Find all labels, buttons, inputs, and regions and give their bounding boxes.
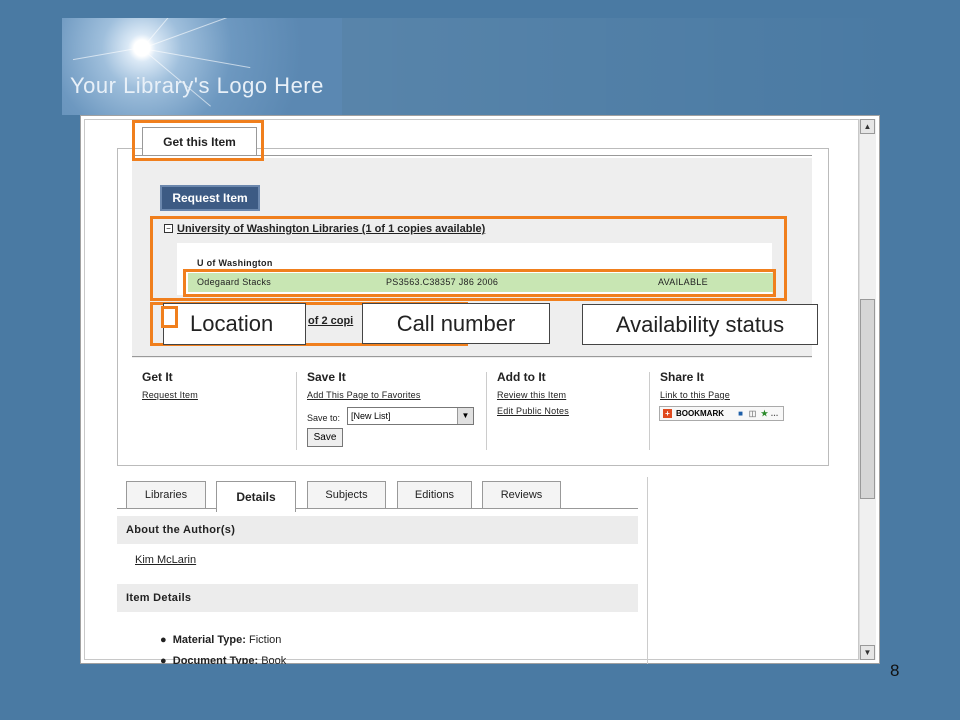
save-it-column: Save It Add This Page to Favorites [307,370,421,406]
scroll-up-icon[interactable]: ▲ [860,119,875,134]
save-to-select[interactable]: [New List] ▼ [347,407,474,425]
save-to-value: [New List] [351,411,391,421]
author-link[interactable]: Kim McLarin [135,554,196,566]
bookmark-label: BOOKMARK [676,409,724,418]
detail-value: Fiction [248,634,282,646]
save-it-title: Save It [307,370,346,384]
callout-availability: Availability status [582,304,818,345]
library-logo: Your Library's Logo Here [62,18,342,115]
vertical-scrollbar[interactable]: ▲ ▼ [859,119,876,660]
detail-label: Material Type: [172,634,246,646]
section-divider [132,356,812,357]
review-item-link[interactable]: Review this Item [497,390,569,400]
logo-banner-fade [342,18,902,115]
tab-reviews[interactable]: Reviews [482,481,561,508]
callout-location: Location [163,303,306,345]
detail-material-type: ● Material Type: Fiction [160,634,282,646]
detail-value: Book [261,655,287,664]
tab-editions[interactable]: Editions [397,481,472,508]
save-button[interactable]: Save [307,428,343,447]
annotation-tab-box [132,120,264,161]
add-to-it-column: Add to It Review this Item Edit Public N… [497,370,569,422]
get-it-column: Get It Request Item [142,370,198,406]
column-divider [649,372,650,450]
scroll-thumb[interactable] [860,299,875,499]
dropdown-arrow-icon[interactable]: ▼ [457,408,473,424]
add-to-favorites-link[interactable]: Add This Page to Favorites [307,390,421,400]
share-it-column: Share It Link to this Page [660,370,730,406]
callout-call-number: Call number [362,303,550,344]
lower-tab-underline [117,508,638,509]
tab-details[interactable]: Details [216,481,296,512]
share-icon: ◫ [748,409,757,418]
column-divider [296,372,297,450]
share-it-title: Share It [660,370,705,384]
delicious-icon: ■ [738,409,743,418]
add-to-it-title: Add to It [497,370,546,384]
logo-text: Your Library's Logo Here [70,73,324,98]
link-to-page-link[interactable]: Link to this Page [660,390,730,400]
item-details-heading: Item Details [117,584,638,612]
detail-label: Document Type: [172,655,259,664]
about-author-heading: About the Author(s) [117,516,638,544]
tab-libraries[interactable]: Libraries [126,481,206,508]
scroll-down-icon[interactable]: ▼ [860,645,875,660]
save-to-label: Save to: [307,413,341,423]
bookmark-button[interactable]: + BOOKMARK ■ ◫ ★ … [659,406,784,421]
location-marker-icon [161,306,178,328]
tab-subjects[interactable]: Subjects [307,481,386,508]
content-divider [647,477,648,664]
column-divider [486,372,487,450]
detail-document-type: ● Document Type: Book [160,655,286,664]
slide-page-number: 8 [890,661,900,680]
favorite-icon: ★ [760,409,769,418]
annotation-row-box [183,269,776,297]
get-it-title: Get It [142,370,173,384]
edit-notes-link[interactable]: Edit Public Notes [497,406,569,416]
callout-location-text: Location [190,311,274,336]
more-icon: … [770,409,779,418]
plus-icon: + [663,409,672,418]
request-item-button[interactable]: Request Item [160,185,260,211]
get-it-request-link[interactable]: Request Item [142,390,198,400]
